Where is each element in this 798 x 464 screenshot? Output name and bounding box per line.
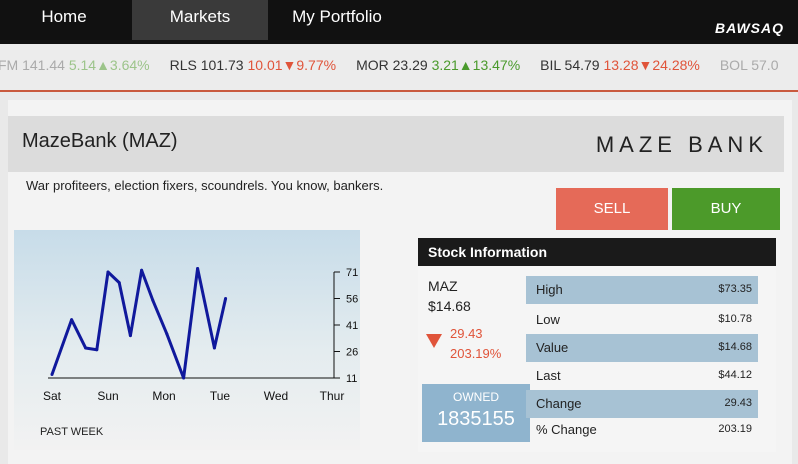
price-point (140, 268, 144, 272)
stat-value: 203.19 (718, 423, 752, 435)
price-point (117, 281, 121, 285)
ticker-symbol-price: BOL 57.0 (719, 57, 779, 73)
ticker-item-fm[interactable]: FM 141.44 5.14▲3.64% (0, 57, 150, 73)
owned-box: OWNED 1835155 (422, 384, 530, 442)
x-tick-label: Sat (43, 389, 62, 403)
ticker-item-bil[interactable]: BIL 54.79 13.28▼24.28% (540, 57, 700, 73)
x-tick-label: Wed (264, 389, 288, 403)
ticker-change: 3.21▲13.47% (431, 57, 521, 73)
stat-label: High (536, 282, 563, 297)
ticker-divider (0, 90, 798, 92)
stat-value: $44.12 (718, 369, 752, 381)
info-change: 29.43 (450, 326, 483, 341)
price-point (165, 332, 169, 336)
stat-label: % Change (536, 422, 597, 437)
x-tick-label: Mon (152, 389, 175, 403)
price-point (50, 372, 54, 376)
owned-label: OWNED (453, 390, 499, 404)
price-point (84, 346, 88, 350)
stat-row-value: Value $14.68 (526, 334, 758, 362)
price-point (196, 266, 200, 270)
price-chart: 11 26 41 56 71 Sat Sun Mon Tue Wed Thur PAST WEEK (14, 230, 360, 450)
y-tick-label: 11 (346, 373, 357, 385)
stock-title-bar: MazeBank (MAZ) MAZE BANK (8, 116, 784, 172)
ticker-change: 5.14▲3.64% (68, 57, 150, 73)
price-point (151, 298, 155, 302)
stat-row-last: Last $44.12 (526, 362, 758, 390)
price-point (95, 348, 99, 352)
price-series-line (50, 266, 228, 380)
nav-tab-markets[interactable]: Markets (132, 0, 268, 40)
stat-row-pct-change: % Change 203.19 (526, 416, 758, 444)
price-point (106, 270, 110, 274)
top-nav-bar: Home Markets My Portfolio BAWSAQ (0, 0, 798, 44)
info-symbol: MAZ (428, 278, 458, 294)
ticker-change: 13.28▼24.28% (603, 57, 700, 73)
stat-row-low: Low $10.78 (526, 306, 758, 334)
x-tick-label: Sun (97, 389, 118, 403)
ticker-symbol-price: BIL 54.79 (540, 57, 604, 73)
stat-label: Value (536, 340, 569, 355)
stat-value: $14.68 (718, 341, 752, 353)
price-chart-svg: 11 26 41 56 71 Sat Sun Mon Tue Wed Thur (43, 266, 358, 403)
owned-value: 1835155 (437, 408, 515, 430)
stat-value: $73.35 (718, 283, 752, 295)
ticker-change: 10.01▼9.77% (247, 57, 337, 73)
y-tick-label: 41 (346, 320, 358, 332)
nav-tab-home[interactable]: Home (0, 0, 128, 40)
price-point (212, 346, 216, 350)
info-change-pct: 203.19% (450, 346, 502, 361)
y-tick-label: 56 (346, 294, 358, 306)
stat-value: 29.43 (724, 397, 752, 409)
company-logo: MAZE BANK (595, 132, 768, 157)
brand-logo: BAWSAQ (715, 20, 784, 36)
down-arrow-icon (426, 334, 442, 348)
price-point (128, 334, 132, 338)
stock-description: War profiteers, election fixers, scoundr… (26, 178, 384, 193)
ticker-item-mor[interactable]: MOR 23.29 3.21▲13.47% (356, 57, 520, 73)
stat-label: Last (536, 368, 561, 383)
stat-label: Low (536, 312, 560, 327)
x-tick-label: Thur (320, 389, 345, 403)
stat-row-high: High $73.35 (526, 276, 758, 304)
info-price: $14.68 (428, 298, 471, 314)
ticker-item-rls[interactable]: RLS 101.73 10.01▼9.77% (170, 57, 336, 73)
stat-value: $10.78 (718, 313, 752, 325)
ticker-symbol-price: RLS 101.73 (169, 57, 248, 73)
price-point (224, 297, 228, 300)
y-tick-label: 26 (346, 347, 358, 359)
chart-range-label: PAST WEEK (40, 426, 104, 438)
stock-info-header: Stock Information (418, 238, 776, 266)
nav-tab-my-portfolio[interactable]: My Portfolio (272, 0, 402, 40)
stat-row-change: Change 29.43 (526, 390, 758, 418)
stat-label: Change (536, 396, 582, 411)
stock-ticker: FM 141.44 5.14▲3.64% RLS 101.73 10.01▼9.7… (0, 44, 798, 90)
y-tick-label: 71 (346, 267, 358, 279)
x-tick-label: Tue (210, 389, 231, 403)
ticker-symbol-price: FM 141.44 (0, 57, 69, 73)
stock-title: MazeBank (MAZ) (22, 130, 178, 152)
buy-button[interactable]: BUY (672, 188, 780, 230)
ticker-symbol-price: MOR 23.29 (356, 57, 432, 73)
price-point (70, 318, 74, 322)
stock-info-panel: MAZ $14.68 29.43 203.19% OWNED 1835155 H… (418, 266, 776, 452)
ticker-item-bol[interactable]: BOL 57.0 (720, 57, 779, 73)
sell-button[interactable]: SELL (556, 188, 668, 230)
price-point (182, 376, 186, 380)
ticker-track: FM 141.44 5.14▲3.64% RLS 101.73 10.01▼9.7… (0, 57, 798, 73)
